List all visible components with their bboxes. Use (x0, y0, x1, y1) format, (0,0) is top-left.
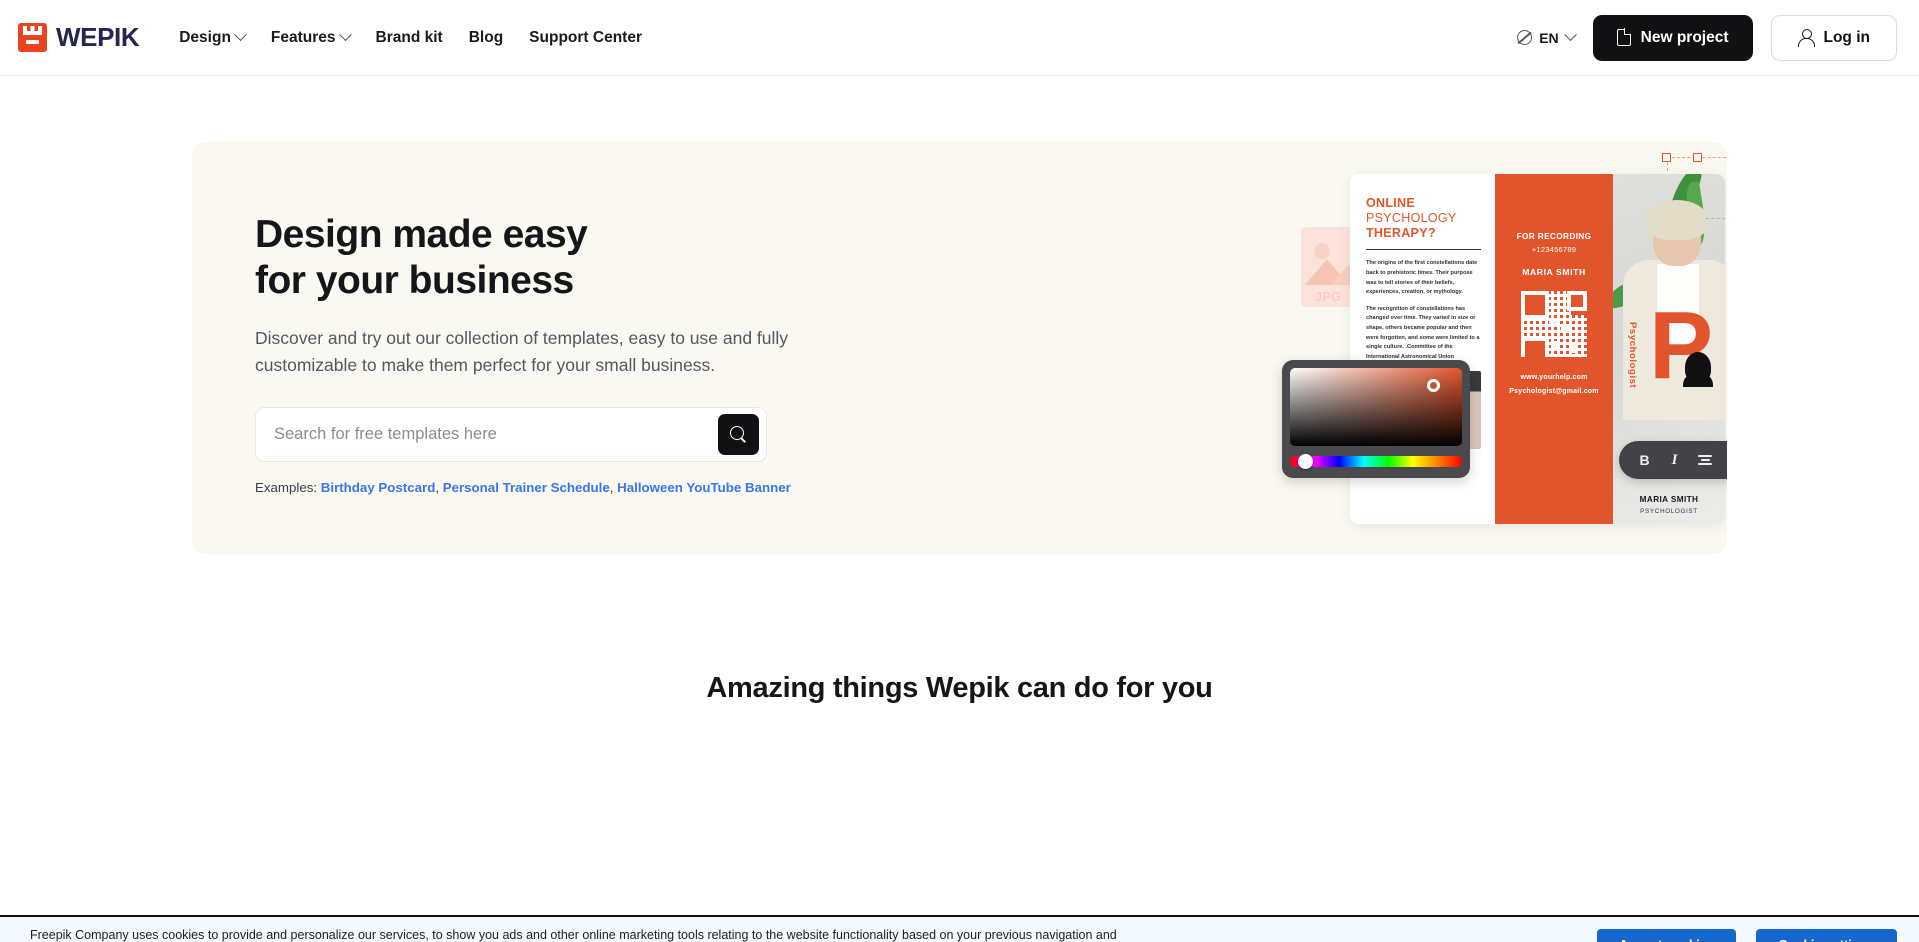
template-search-bar[interactable] (255, 407, 767, 463)
italic-button[interactable]: I (1668, 450, 1681, 470)
text-format-toolbar: B I 32 ••• (1619, 441, 1727, 479)
chevron-down-icon (1563, 28, 1577, 42)
search-icon (730, 426, 747, 443)
site-header: WEPIK Design Features Brand kit Blog Sup… (0, 0, 1919, 76)
header-actions: EN New project Log in (1517, 14, 1897, 61)
qr-dot (1561, 325, 1569, 333)
new-project-label: New project (1640, 28, 1729, 46)
brochure-contact-heading: FOR RECORDING (1516, 232, 1592, 241)
color-hue-slider[interactable] (1290, 454, 1462, 469)
user-icon (1798, 29, 1815, 47)
hero-artwork: JPG ONLINE PSYCHOLOGY THERAPY? The origi… (1277, 142, 1727, 554)
document-icon (1616, 28, 1632, 46)
avatar-silhouette-icon (1683, 352, 1713, 387)
nav-item-support-center[interactable]: Support Center (529, 29, 642, 47)
section-heading: Amazing things Wepik can do for you (706, 672, 1213, 704)
brochure-phone: +123456789 (1531, 245, 1577, 254)
nav-label-support-center: Support Center (529, 28, 642, 46)
brochure-body-text: The origins of the first constellations … (1366, 259, 1481, 362)
brochure-title-line3: THERAPY? (1366, 226, 1436, 240)
wepik-logo[interactable]: WEPIK (18, 22, 140, 53)
nav-item-design[interactable]: Design (179, 28, 247, 47)
cookie-banner-text: Freepik Company uses cookies to provide … (30, 928, 1117, 942)
language-label: EN (1539, 29, 1559, 46)
examples-sep-1: , (435, 480, 440, 496)
selection-handles[interactable] (1662, 153, 1727, 223)
selection-handle-top-left[interactable] (1662, 153, 1671, 162)
login-label: Log in (1823, 28, 1871, 46)
qr-dot (1569, 345, 1577, 353)
brochure-paragraph-2: The recognition of constellations has ch… (1366, 305, 1480, 360)
search-button[interactable] (718, 414, 759, 456)
brochure-website: www.yourhelp.com (1520, 374, 1588, 381)
bold-button[interactable]: B (1638, 450, 1651, 470)
brochure-person-name: MARIA SMITH (1639, 495, 1699, 504)
hero-content: Design made easy for your business Disco… (255, 212, 875, 495)
color-saturation-value-area[interactable] (1290, 368, 1462, 446)
hero-title-line1: Design made easy (255, 213, 588, 256)
chevron-down-icon (234, 28, 247, 42)
divider (1366, 249, 1481, 251)
search-input[interactable] (256, 408, 718, 462)
language-selector[interactable]: EN (1517, 28, 1577, 46)
example-link-personal-trainer-schedule[interactable]: Personal Trainer Schedule (443, 480, 610, 495)
main-navigation: Design Features Brand kit Blog Support C… (179, 28, 642, 47)
example-link-halloween-youtube-banner[interactable]: Halloween YouTube Banner (617, 480, 791, 495)
cookie-banner-actions: Accept cookies Cookie settings (1596, 926, 1897, 942)
wepik-logo-icon (18, 23, 47, 52)
example-link-birthday-postcard[interactable]: Birthday Postcard (321, 480, 436, 495)
color-picker-knob[interactable] (1427, 379, 1440, 392)
chevron-down-icon (338, 28, 352, 42)
examples-label: Examples: (255, 480, 318, 496)
login-button[interactable]: Log in (1770, 14, 1897, 61)
placeholder-label: JPG (1315, 289, 1342, 304)
placeholder-sun-shape (1314, 243, 1330, 259)
examples-sep-2: , (609, 480, 614, 496)
color-picker-widget[interactable] (1282, 360, 1470, 478)
nav-item-blog[interactable]: Blog (469, 29, 503, 47)
brochure-paragraph-1: The origins of the first constellations … (1366, 260, 1478, 296)
brochure-contact-name: MARIA SMITH (1522, 267, 1586, 277)
wepik-logo-text: WEPIK (56, 22, 140, 52)
brochure-vertical-label: Psychologist (1627, 322, 1638, 389)
accept-cookies-button[interactable]: Accept cookies (1596, 929, 1737, 942)
new-project-button[interactable]: New project (1592, 14, 1753, 61)
qr-code-icon (1521, 291, 1587, 357)
align-center-icon[interactable] (1698, 450, 1712, 470)
cookie-settings-button[interactable]: Cookie settings (1756, 929, 1897, 942)
brochure-title-line2: PSYCHOLOGY (1366, 211, 1457, 225)
hero-subtitle: Discover and try out our collection of t… (255, 328, 789, 375)
brochure-title-line1: ONLINE (1366, 196, 1416, 210)
cookie-consent-banner: Freepik Company uses cookies to provide … (0, 915, 1919, 942)
brochure-person-role: PSYCHOLOGIST (1640, 508, 1698, 515)
qr-dot (1551, 341, 1559, 349)
nav-label-features: Features (270, 28, 336, 46)
nav-item-features[interactable]: Features (270, 28, 352, 47)
nav-label-blog: Blog (468, 28, 504, 46)
page-title: Design made easy for your business (255, 212, 875, 304)
nav-label-brand-kit: Brand kit (375, 28, 443, 46)
globe-icon (1517, 30, 1533, 45)
hero-section: Design made easy for your business Disco… (192, 142, 1727, 554)
hero-title-line2: for your business (255, 259, 574, 303)
nav-label-design: Design (179, 28, 231, 46)
brochure-email: Psychologist@gmail.com (1509, 388, 1599, 395)
nav-item-brand-kit[interactable]: Brand kit (376, 29, 443, 47)
brochure-panel-middle: FOR RECORDING +123456789 MARIA SMITH www… (1495, 174, 1613, 524)
selection-handle-top-center[interactable] (1693, 153, 1702, 162)
qr-corner-top-right (1567, 291, 1587, 311)
selection-dashed-line (1706, 218, 1727, 219)
hue-slider-knob[interactable] (1298, 454, 1313, 469)
example-searches: Examples: Birthday Postcard, Personal Tr… (255, 480, 875, 495)
qr-dot (1549, 319, 1557, 327)
